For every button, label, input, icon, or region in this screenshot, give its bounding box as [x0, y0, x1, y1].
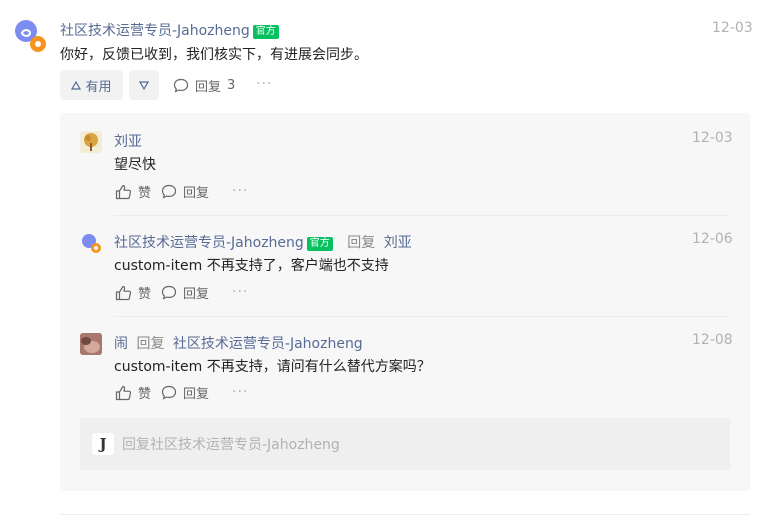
reply-author[interactable]: 刘亚 — [114, 131, 142, 151]
official-badge: 官方 — [252, 25, 279, 39]
like-label: 赞 — [138, 387, 152, 402]
triangle-down-icon — [139, 80, 149, 90]
comment-bubble-icon — [173, 78, 189, 93]
avatar[interactable] — [12, 18, 48, 54]
comment-date: 12-03 — [712, 20, 753, 36]
reply-button[interactable]: 回复 — [161, 182, 209, 201]
reply-text: 望尽快 — [114, 157, 156, 173]
photo-avatar-icon — [80, 333, 102, 355]
reply-date: 12-06 — [692, 231, 733, 247]
comment-author[interactable]: 社区技术运营专员-Jahozheng 官方 — [60, 20, 279, 40]
more-icon[interactable]: ··· — [232, 284, 248, 300]
triangle-up-icon — [71, 80, 82, 90]
reply-word: 回复 — [347, 235, 376, 251]
reply-count-button[interactable]: 回复 3 — [173, 76, 235, 95]
reply-button[interactable]: 回复 — [161, 283, 209, 302]
divider — [114, 215, 730, 216]
reply-word: 回复 — [136, 336, 165, 352]
reply-label: 回复 — [183, 287, 210, 302]
thumbs-up-icon — [115, 285, 132, 300]
like-button[interactable]: 赞 — [115, 283, 151, 302]
useful-label: 有用 — [85, 79, 112, 95]
reply-header: 闹 回复 社区技术运营专员-Jahozheng — [114, 333, 363, 353]
reply-text: custom-item 不再支持，请问有什么替代方案吗？ — [114, 359, 431, 375]
reply-text: custom-item 不再支持了，客户端也不支持 — [114, 258, 389, 274]
avatar[interactable] — [80, 131, 102, 153]
reply-input-placeholder: 回复社区技术运营专员-Jahozheng — [122, 437, 340, 453]
useful-button[interactable]: 有用 — [60, 70, 123, 100]
comment-bubble-icon — [161, 184, 177, 199]
reply-to-user[interactable]: 刘亚 — [384, 235, 412, 251]
reply-to-user[interactable]: 社区技术运营专员-Jahozheng — [173, 336, 363, 352]
reply-header: 社区技术运营专员-Jahozheng 官方 回复 刘亚 — [114, 232, 412, 252]
comment-bubble-icon — [161, 385, 177, 400]
mini-program-logo-icon — [82, 234, 101, 253]
official-badge: 官方 — [306, 237, 333, 251]
like-button[interactable]: 赞 — [115, 182, 151, 201]
divider — [114, 316, 730, 317]
reply-label: 回复 — [183, 186, 210, 201]
comment-text: 你好，反馈已收到，我们核实下，有进展会同步。 — [60, 47, 368, 63]
reply-author[interactable]: 社区技术运营专员-Jahozheng — [114, 235, 304, 251]
like-label: 赞 — [138, 287, 152, 302]
reply-count: 3 — [227, 78, 236, 93]
comment-bubble-icon — [161, 285, 177, 300]
not-useful-button[interactable] — [129, 70, 159, 100]
reply-button[interactable]: 回复 — [161, 383, 209, 402]
divider — [60, 514, 750, 515]
reply-date: 12-08 — [692, 332, 733, 348]
reply-input[interactable]: J 回复社区技术运营专员-Jahozheng — [80, 418, 730, 470]
more-icon[interactable]: ··· — [232, 384, 248, 400]
like-label: 赞 — [138, 186, 152, 201]
mini-program-logo-icon — [15, 20, 46, 52]
avatar[interactable] — [80, 333, 102, 355]
thumbs-up-icon — [115, 184, 132, 199]
reply-label: 回复 — [195, 80, 222, 95]
author-name[interactable]: 社区技术运营专员-Jahozheng — [60, 23, 250, 39]
like-button[interactable]: 赞 — [115, 383, 151, 402]
reply-date: 12-03 — [692, 130, 733, 146]
reply-author[interactable]: 闹 — [114, 336, 128, 352]
more-icon[interactable]: ··· — [232, 183, 248, 199]
tree-avatar-icon — [84, 133, 98, 151]
reply-label: 回复 — [183, 387, 210, 402]
more-icon[interactable]: ··· — [256, 76, 272, 92]
user-avatar: J — [92, 433, 114, 455]
thumbs-up-icon — [115, 385, 132, 400]
avatar[interactable] — [80, 232, 102, 254]
